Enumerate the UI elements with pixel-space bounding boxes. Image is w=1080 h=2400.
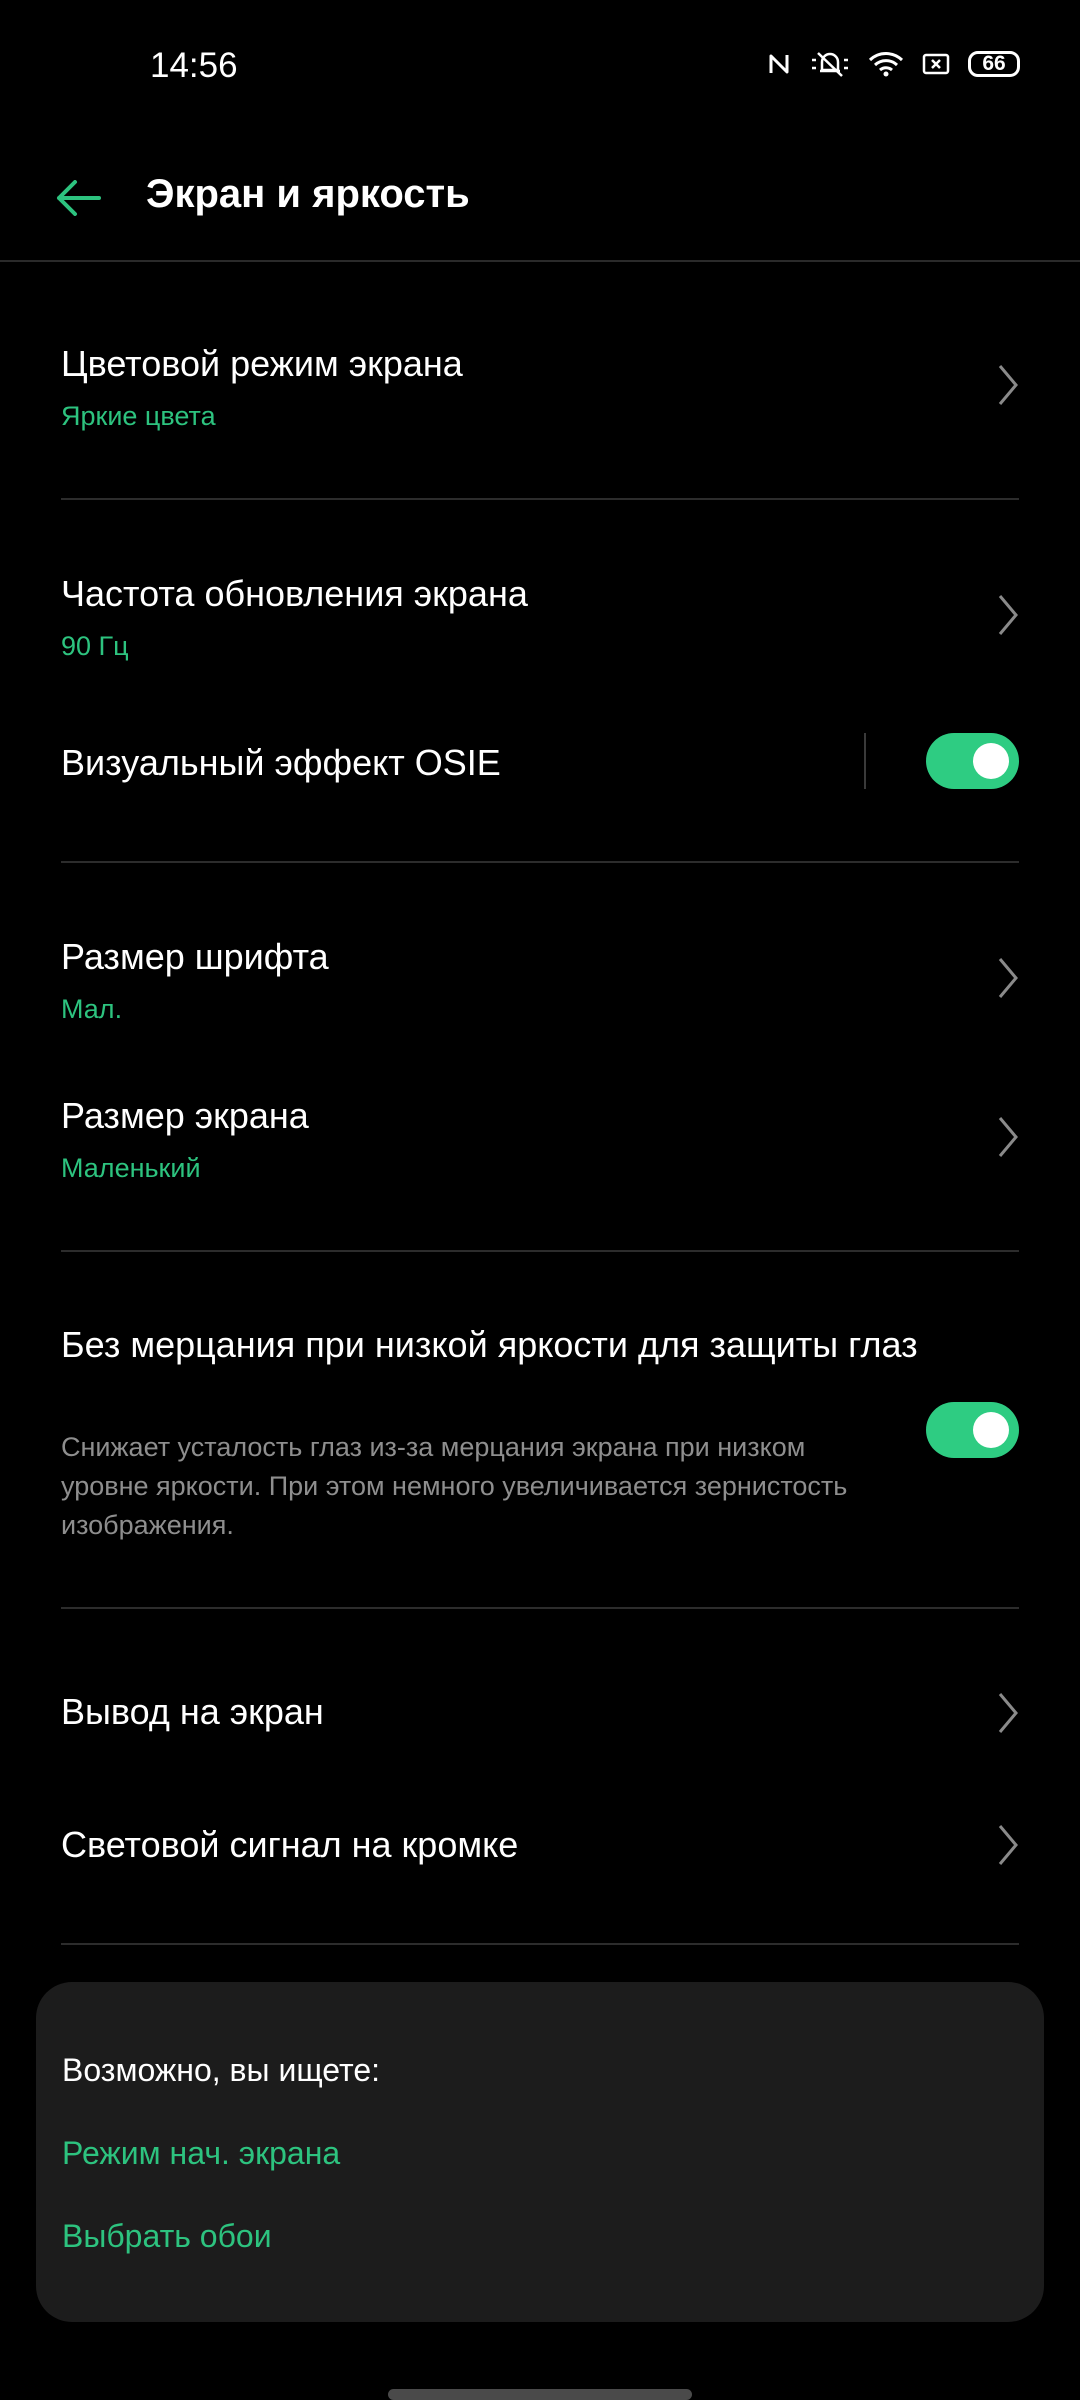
refresh-rate-row[interactable] (0, 540, 1080, 690)
divider (61, 498, 1019, 500)
back-button[interactable] (48, 168, 108, 228)
color-mode-row[interactable] (0, 300, 1080, 470)
flicker-free-title: Без мерцания при низкой яркости для защи… (61, 1324, 918, 1365)
vertical-separator (864, 733, 866, 789)
divider (61, 1943, 1019, 1945)
flicker-free-toggle[interactable] (926, 1402, 1019, 1458)
screenshot-icon (922, 52, 950, 76)
screen-output-title: Вывод на экран (61, 1691, 324, 1732)
flicker-free-description: Снижает усталость глаз из-за мерцания эк… (61, 1432, 848, 1540)
suggestion-link-home-mode[interactable]: Режим нач. экрана (62, 2135, 340, 2172)
status-time: 14:56 (150, 46, 238, 85)
chevron-right-icon (998, 958, 1018, 998)
chevron-right-icon (998, 1693, 1018, 1733)
divider (61, 861, 1019, 863)
display-size-value: Маленький (61, 1153, 201, 1183)
header-divider (0, 260, 1080, 262)
battery-icon: 66 (968, 51, 1020, 77)
font-size-title: Размер шрифта (61, 936, 329, 977)
chevron-right-icon (998, 1117, 1018, 1157)
refresh-rate-value: 90 Гц (61, 631, 129, 661)
suggestion-link-wallpaper[interactable]: Выбрать обои (62, 2218, 272, 2255)
edge-light-title: Световой сигнал на кромке (61, 1824, 519, 1865)
display-size-title: Размер экрана (61, 1095, 309, 1136)
chevron-right-icon (998, 595, 1018, 635)
divider (61, 1250, 1019, 1252)
refresh-rate-title: Частота обновления экрана (61, 573, 528, 614)
arrow-left-icon (57, 180, 101, 216)
toggle-knob (973, 743, 1009, 779)
suggestions-heading: Возможно, вы ищете: (62, 2052, 380, 2088)
nfc-icon (766, 51, 792, 77)
font-size-row[interactable] (0, 910, 1080, 1050)
status-icons: 66 (766, 50, 1020, 78)
toggle-knob (973, 1412, 1009, 1448)
divider (61, 1607, 1019, 1609)
home-indicator[interactable] (388, 2389, 692, 2400)
osie-title: Визуальный эффект OSIE (61, 742, 501, 783)
display-size-row[interactable] (0, 1070, 1080, 1210)
chevron-right-icon (998, 365, 1018, 405)
chevron-right-icon (998, 1825, 1018, 1865)
color-mode-title: Цветовой режим экрана (61, 343, 463, 384)
osie-toggle[interactable] (926, 733, 1019, 789)
font-size-value: Мал. (61, 994, 123, 1024)
wifi-icon (868, 51, 904, 77)
page-title: Экран и яркость (146, 172, 470, 216)
mute-icon (810, 50, 850, 78)
color-mode-value: Яркие цвета (61, 401, 216, 431)
